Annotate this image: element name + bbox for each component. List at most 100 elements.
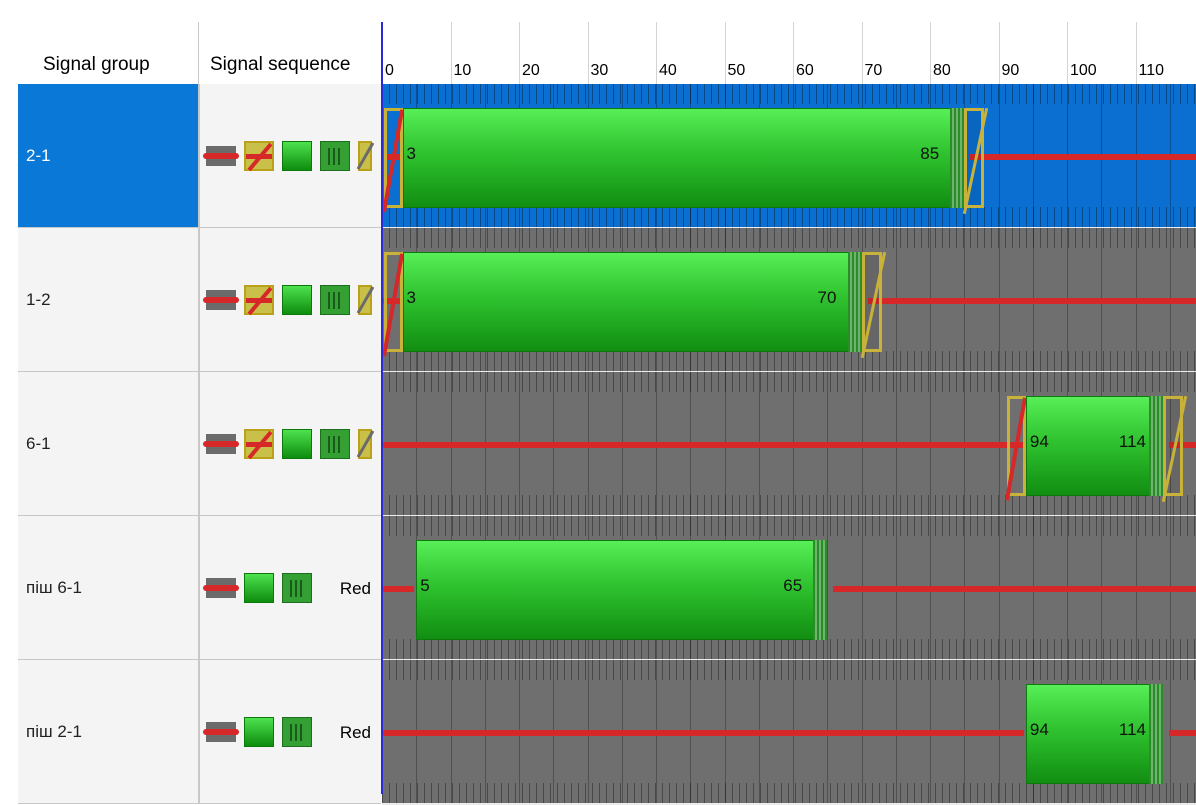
signal-group-row[interactable]: піш 2-1 Red 94114 bbox=[18, 660, 1196, 804]
lane-grid-line bbox=[827, 516, 828, 659]
signal-group-row[interactable]: піш 6-1 Red 565 bbox=[18, 516, 1196, 660]
lane-stripes-bottom bbox=[382, 495, 1196, 515]
red-state-icon[interactable] bbox=[206, 290, 236, 310]
green-start-label: 94 bbox=[1030, 432, 1049, 452]
timeline-tick-line bbox=[451, 22, 452, 84]
timeline-tick-line bbox=[725, 22, 726, 84]
flashing-green-state-icon[interactable] bbox=[282, 717, 312, 747]
timeline-tick-label: 80 bbox=[933, 62, 951, 80]
amber-state-icon[interactable] bbox=[358, 429, 372, 459]
timeline-header[interactable]: 0102030405060708090100110 bbox=[382, 22, 1196, 84]
timeline-tick-label: 30 bbox=[591, 62, 609, 80]
amber-phase[interactable] bbox=[1163, 396, 1183, 496]
timeline-lane[interactable]: 94 114 bbox=[382, 372, 1196, 517]
flashing-green-state-icon[interactable] bbox=[320, 285, 350, 315]
timeline-tick-label: 10 bbox=[454, 62, 472, 80]
signal-group-name: 1-2 bbox=[26, 290, 51, 310]
flashing-green-segment bbox=[813, 540, 827, 640]
flashing-green-state-icon[interactable] bbox=[320, 141, 350, 171]
red-amber-state-icon[interactable] bbox=[244, 429, 274, 459]
timeline-tick-line bbox=[793, 22, 794, 84]
timeline-lane[interactable]: 565 bbox=[382, 516, 1196, 661]
timeline-lane[interactable]: 3 85 bbox=[382, 84, 1196, 229]
signal-sequence-cell[interactable]: Red bbox=[200, 660, 381, 804]
green-end-label: 65 bbox=[783, 576, 802, 596]
green-state-icon[interactable] bbox=[282, 141, 312, 171]
signal-sequence-cell[interactable]: Red bbox=[200, 516, 381, 660]
flashing-green-state-icon[interactable] bbox=[320, 429, 350, 459]
timeline-tick-line bbox=[999, 22, 1000, 84]
signal-group-row[interactable]: 6-1 94 114 bbox=[18, 372, 1196, 516]
green-start-label: 3 bbox=[407, 144, 416, 164]
signal-sequence-cell[interactable] bbox=[200, 372, 381, 516]
green-phase-bar[interactable] bbox=[403, 108, 965, 208]
red-phase-line bbox=[833, 586, 1196, 592]
signal-group-cell[interactable]: піш 6-1 bbox=[18, 516, 200, 660]
red-phase-line bbox=[970, 154, 1196, 160]
lane-stripes-top bbox=[382, 516, 1196, 536]
header-signal-group[interactable]: Signal group bbox=[18, 22, 199, 85]
red-state-icon[interactable] bbox=[206, 434, 236, 454]
timeline-tick-label: 100 bbox=[1070, 62, 1097, 80]
timeline-tick-line bbox=[1136, 22, 1137, 84]
signal-sequence-cell[interactable] bbox=[200, 84, 381, 228]
timeline-tick-line bbox=[930, 22, 931, 84]
timeline-tick-label: 60 bbox=[796, 62, 814, 80]
signal-group-name: піш 2-1 bbox=[26, 722, 82, 742]
flashing-green-segment bbox=[1149, 396, 1163, 496]
green-end-label: 85 bbox=[920, 144, 939, 164]
amber-state-icon[interactable] bbox=[358, 141, 372, 171]
timeline-tick-label: 70 bbox=[865, 62, 883, 80]
red-amber-state-icon[interactable] bbox=[244, 285, 274, 315]
red-state-icon[interactable] bbox=[206, 578, 236, 598]
flashing-green-segment bbox=[848, 252, 862, 352]
signal-timing-editor: Signal group Signal sequence 01020304050… bbox=[0, 0, 1196, 794]
timeline-tick-line bbox=[519, 22, 520, 84]
sequence-end-label: Red bbox=[340, 723, 371, 743]
timeline-tick-line bbox=[588, 22, 589, 84]
signal-sequence-cell[interactable] bbox=[200, 228, 381, 372]
signal-group-cell[interactable]: 6-1 bbox=[18, 372, 200, 516]
amber-phase[interactable] bbox=[964, 108, 984, 208]
sequence-icons bbox=[206, 140, 372, 172]
signal-group-row[interactable]: 2-1 3 85 bbox=[18, 84, 1196, 228]
sequence-end-label: Red bbox=[340, 579, 371, 599]
red-amber-phase[interactable] bbox=[384, 252, 403, 352]
timeline-lane[interactable]: 370 bbox=[382, 228, 1196, 373]
flashing-green-segment bbox=[950, 108, 964, 208]
timeline-tick-label: 90 bbox=[1002, 62, 1020, 80]
signal-group-cell[interactable]: 2-1 bbox=[18, 84, 200, 228]
amber-state-icon[interactable] bbox=[358, 285, 372, 315]
signal-group-cell[interactable]: піш 2-1 bbox=[18, 660, 200, 804]
red-phase-line bbox=[868, 298, 1196, 304]
header-signal-sequence[interactable]: Signal sequence bbox=[199, 22, 381, 85]
signal-group-name: 2-1 bbox=[26, 146, 51, 166]
signal-group-name: піш 6-1 bbox=[26, 578, 82, 598]
amber-phase[interactable] bbox=[862, 252, 882, 352]
signal-group-cell[interactable]: 1-2 bbox=[18, 228, 200, 372]
time-cursor-line[interactable] bbox=[381, 22, 383, 794]
lane-stripes-top bbox=[382, 660, 1196, 680]
flashing-green-segment bbox=[1149, 684, 1163, 784]
red-amber-state-icon[interactable] bbox=[244, 141, 274, 171]
lane-stripes-bottom bbox=[382, 639, 1196, 659]
signal-group-name: 6-1 bbox=[26, 434, 51, 454]
red-amber-phase[interactable] bbox=[1007, 396, 1026, 496]
signal-group-row[interactable]: 1-2 370 bbox=[18, 228, 1196, 372]
lane-stripes-top bbox=[382, 228, 1196, 248]
timeline-tick-line bbox=[1067, 22, 1068, 84]
red-phase-line bbox=[382, 586, 414, 592]
green-state-icon[interactable] bbox=[282, 429, 312, 459]
green-state-icon[interactable] bbox=[282, 285, 312, 315]
header-signal-sequence-label: Signal sequence bbox=[210, 54, 351, 76]
red-state-icon[interactable] bbox=[206, 146, 236, 166]
green-phase-bar[interactable] bbox=[403, 252, 862, 352]
green-state-icon[interactable] bbox=[244, 573, 274, 603]
green-phase-bar[interactable] bbox=[416, 540, 827, 640]
red-state-icon[interactable] bbox=[206, 722, 236, 742]
flashing-green-state-icon[interactable] bbox=[282, 573, 312, 603]
red-amber-phase[interactable] bbox=[384, 108, 403, 208]
timeline-lane[interactable]: 94114 bbox=[382, 660, 1196, 805]
green-state-icon[interactable] bbox=[244, 717, 274, 747]
green-end-label: 114 bbox=[1119, 432, 1146, 452]
